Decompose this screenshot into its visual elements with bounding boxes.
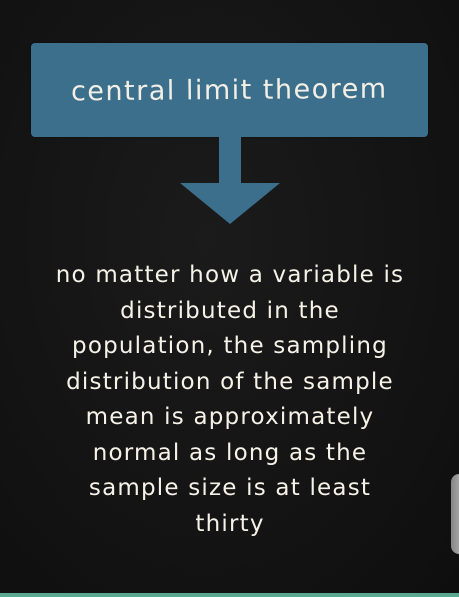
statement-line: thirty: [195, 510, 265, 537]
arrow-head: [180, 183, 280, 224]
bottom-strip: [0, 593, 459, 597]
edge-figure: [451, 474, 459, 554]
statement-line: normal as long as the: [92, 439, 368, 466]
statement-line: distribution of the sample: [66, 368, 394, 395]
chalkboard: central limit theorem no matter how a va…: [0, 0, 459, 597]
theorem-statement: no matter how a variable is distributed …: [18, 258, 442, 542]
statement-line: distributed in the: [120, 297, 340, 324]
statement-line: no matter how a variable is: [55, 262, 405, 288]
statement-line: mean is approximately: [85, 404, 375, 430]
statement-line: population, the sampling: [72, 333, 388, 359]
arrow-shaft: [219, 137, 241, 183]
statement-line: sample size is at least: [88, 475, 372, 501]
